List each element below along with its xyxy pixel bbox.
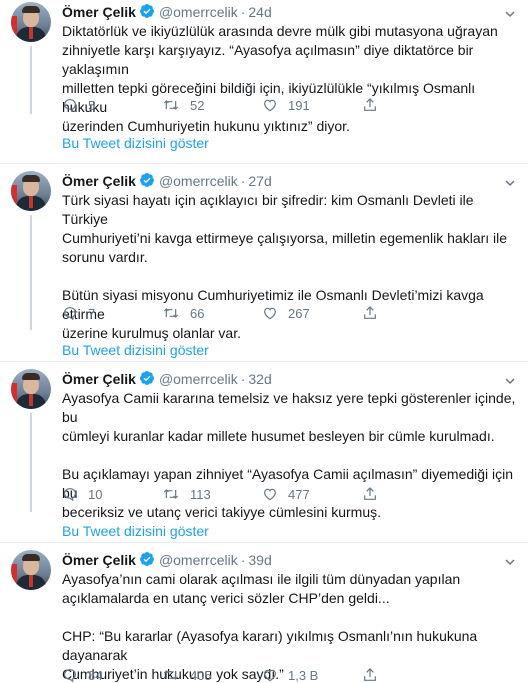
tweet-time[interactable]: 27d	[248, 173, 271, 189]
author-handle[interactable]: @omerrcelik	[159, 173, 238, 189]
show-thread-link[interactable]: Bu Tweet dizisini göster	[62, 342, 209, 358]
like-button[interactable]: 477	[262, 486, 362, 502]
reply-count: 7	[88, 305, 96, 321]
like-icon	[264, 669, 276, 682]
tweet[interactable]: Ömer Çelik @omerrcelik · 39d Ayasofya’nın c…	[0, 542, 528, 683]
reply-button[interactable]: 10	[62, 486, 162, 502]
reply-count: 10	[88, 486, 103, 502]
separator-dot: ·	[240, 173, 246, 189]
share-button[interactable]	[362, 305, 462, 321]
retweet-icon	[163, 308, 179, 318]
retweet-button[interactable]: 52	[162, 97, 262, 113]
timeline: Ömer Çelik @omerrcelik · 24d Diktatörlük ve…	[0, 0, 528, 683]
share-button[interactable]	[362, 486, 462, 502]
share-icon	[364, 98, 376, 111]
retweet-count: 52	[190, 97, 205, 113]
reply-icon	[64, 669, 76, 683]
tweet-actions: 5 52 191	[62, 97, 462, 113]
tweet[interactable]: Ömer Çelik @omerrcelik · 24d Diktatörlük ve…	[0, 0, 528, 163]
tweet[interactable]: Ömer Çelik @omerrcelik · 32d Ayasofya Camii…	[0, 361, 528, 542]
like-button[interactable]: 267	[262, 305, 362, 321]
reply-button[interactable]: 84	[62, 667, 162, 683]
chevron-down-icon[interactable]	[504, 375, 516, 387]
tweet[interactable]: Ömer Çelik @omerrcelik · 27d Türk siyasi ha…	[0, 163, 528, 361]
chevron-down-icon[interactable]	[504, 8, 516, 20]
verified-badge-icon	[139, 371, 154, 385]
share-icon	[364, 668, 376, 681]
thread-connector	[30, 413, 32, 512]
tweet-actions: 7 66 267	[62, 305, 462, 321]
separator-dot: ·	[240, 4, 246, 20]
author-name[interactable]: Ömer Çelik	[62, 173, 136, 189]
retweet-button[interactable]: 113	[162, 486, 262, 502]
retweet-count: 113	[190, 486, 211, 502]
reply-button[interactable]: 5	[62, 97, 162, 113]
reply-count: 84	[88, 667, 103, 683]
tweet-time[interactable]: 39d	[248, 552, 271, 568]
like-button[interactable]: 1,3 B	[262, 667, 362, 683]
thread-connector	[30, 46, 32, 114]
reply-icon	[64, 488, 76, 502]
show-thread-link[interactable]: Bu Tweet dizisini göster	[62, 135, 209, 151]
verified-badge-icon	[139, 4, 154, 18]
reply-count: 5	[88, 97, 96, 113]
author-handle[interactable]: @omerrcelik	[159, 552, 238, 568]
avatar[interactable]	[11, 2, 51, 42]
retweet-button[interactable]: 405	[162, 667, 262, 683]
like-count: 1,3 B	[288, 667, 319, 683]
tweet-text: Diktatörlük ve ikiyüzlülük arasında devr…	[62, 23, 498, 134]
chevron-down-icon[interactable]	[504, 177, 516, 189]
reply-icon	[64, 307, 76, 321]
share-icon	[364, 306, 376, 319]
reply-icon	[64, 99, 76, 113]
retweet-icon	[163, 489, 179, 499]
thread-connector	[30, 215, 32, 330]
author-name[interactable]: Ömer Çelik	[62, 552, 136, 568]
avatar[interactable]	[11, 369, 51, 409]
author-handle[interactable]: @omerrcelik	[159, 371, 238, 387]
retweet-icon	[163, 100, 179, 110]
tweet-actions: 10 113 477	[62, 486, 462, 502]
author-name[interactable]: Ömer Çelik	[62, 371, 136, 387]
share-button[interactable]	[362, 667, 462, 683]
share-icon	[364, 487, 376, 500]
tweet-actions: 84 405 1,3 B	[62, 667, 462, 683]
author-handle[interactable]: @omerrcelik	[159, 4, 238, 20]
like-icon	[264, 307, 276, 320]
separator-dot: ·	[240, 552, 246, 568]
retweet-button[interactable]: 66	[162, 305, 262, 321]
tweet-time[interactable]: 24d	[248, 4, 271, 20]
like-icon	[264, 488, 276, 501]
retweet-count: 405	[190, 667, 212, 683]
like-count: 477	[288, 486, 310, 502]
retweet-count: 66	[190, 305, 205, 321]
like-button[interactable]: 191	[262, 97, 362, 113]
verified-badge-icon	[139, 552, 154, 566]
like-icon	[264, 99, 276, 112]
avatar[interactable]	[11, 550, 51, 590]
author-name[interactable]: Ömer Çelik	[62, 4, 136, 20]
retweet-icon	[163, 670, 179, 680]
tweet-time[interactable]: 32d	[248, 371, 271, 387]
separator-dot: ·	[240, 371, 246, 387]
like-count: 267	[288, 305, 310, 321]
tweet-text: Ayasofya Camii kararına temelsiz ve haks…	[62, 390, 516, 520]
reply-button[interactable]: 7	[62, 305, 162, 321]
show-thread-link[interactable]: Bu Tweet dizisini göster	[62, 523, 209, 539]
chevron-down-icon[interactable]	[504, 556, 516, 568]
avatar[interactable]	[11, 171, 51, 211]
share-button[interactable]	[362, 97, 462, 113]
like-count: 191	[288, 97, 310, 113]
verified-badge-icon	[139, 173, 154, 187]
